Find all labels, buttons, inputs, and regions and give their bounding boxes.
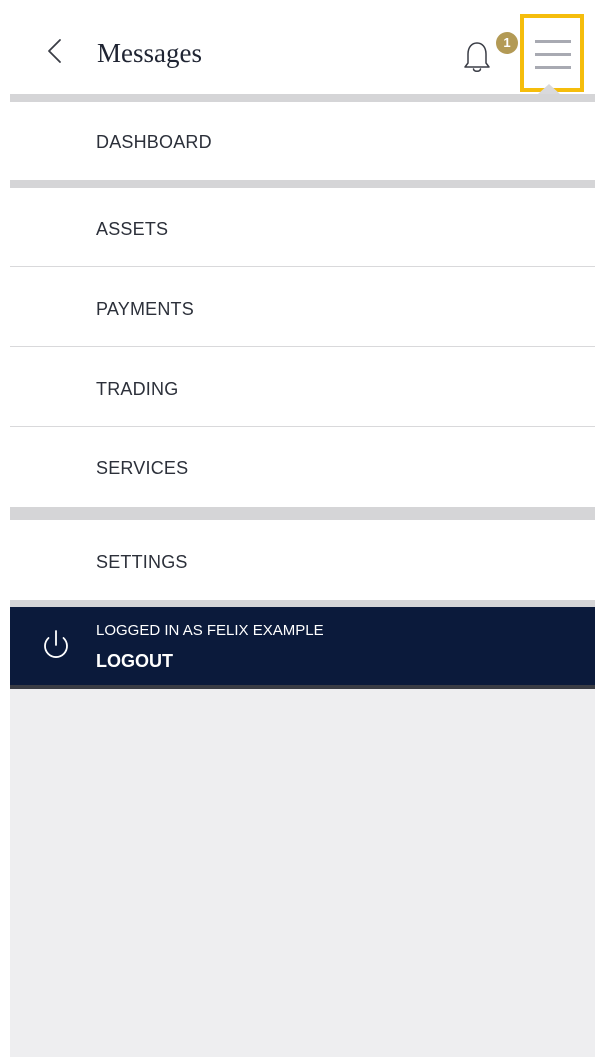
menu-item-label: DASHBOARD xyxy=(96,132,212,152)
divider xyxy=(10,180,595,188)
session-footer: LOGGED IN AS FELIX EXAMPLE LOGOUT xyxy=(10,607,595,685)
menu-item-label: ASSETS xyxy=(96,219,169,239)
menu-item-payments[interactable]: PAYMENTS xyxy=(10,267,595,346)
logout-button[interactable]: LOGOUT xyxy=(96,651,173,672)
menu-item-label: PAYMENTS xyxy=(96,299,194,319)
menu-item-trading[interactable]: TRADING xyxy=(10,347,595,426)
menu-item-dashboard[interactable]: DASHBOARD xyxy=(10,102,595,180)
notification-badge: 1 xyxy=(496,32,518,54)
hamburger-menu-icon xyxy=(535,40,571,43)
app-frame: Messages 1 DASHBOARD ASSETS PAYMENTS TRA… xyxy=(10,8,595,1057)
footer-divider xyxy=(10,685,595,689)
notifications-button[interactable]: 1 xyxy=(456,32,518,82)
menu-item-label: SETTINGS xyxy=(96,552,188,572)
divider xyxy=(10,507,595,520)
menu-item-label: SERVICES xyxy=(96,458,189,478)
hamburger-menu-icon xyxy=(535,66,571,69)
divider xyxy=(10,94,595,102)
bell-icon xyxy=(464,42,490,72)
app-header: Messages 1 xyxy=(10,8,595,94)
menu-caret-icon xyxy=(538,84,560,94)
menu-item-label: TRADING xyxy=(96,379,179,399)
menu-item-settings[interactable]: SETTINGS xyxy=(10,520,595,600)
menu-button[interactable] xyxy=(520,14,584,92)
hamburger-menu-icon xyxy=(535,53,571,56)
menu-item-services[interactable]: SERVICES xyxy=(10,427,595,507)
divider xyxy=(10,600,595,607)
chevron-left-icon[interactable] xyxy=(44,34,66,68)
logged-in-user-text: LOGGED IN AS FELIX EXAMPLE xyxy=(96,622,324,639)
menu-item-assets[interactable]: ASSETS xyxy=(10,188,595,266)
power-icon[interactable] xyxy=(38,625,74,665)
page-title: Messages xyxy=(97,38,202,68)
